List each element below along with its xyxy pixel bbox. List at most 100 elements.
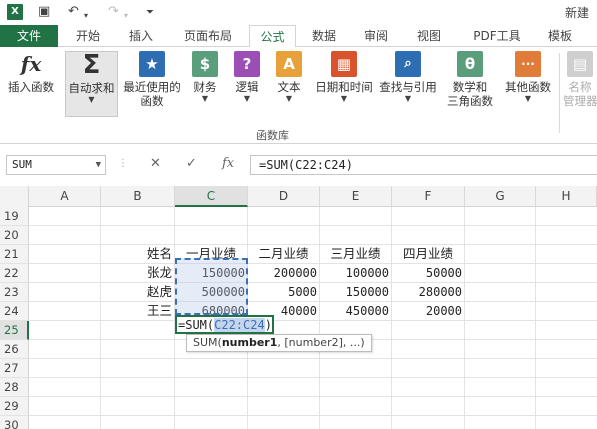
star-icon: ★: [139, 51, 165, 77]
more-functions-icon: ···: [515, 51, 541, 77]
edit-prefix: =SUM(: [178, 318, 215, 332]
cell-e22[interactable]: 100000: [322, 264, 389, 282]
cell-e24[interactable]: 450000: [322, 302, 389, 320]
cell-f23[interactable]: 280000: [394, 283, 462, 301]
column-header-g[interactable]: G: [465, 186, 536, 207]
magnifier-icon: ⌕: [395, 51, 421, 77]
save-icon[interactable]: ▣: [38, 3, 50, 21]
row-header-23[interactable]: 23: [0, 283, 29, 302]
gridline-col: [100, 207, 101, 429]
cancel-icon[interactable]: ✕: [150, 156, 161, 171]
chevron-down-icon: ▼: [340, 94, 348, 103]
cell-e21[interactable]: 三月业绩: [322, 245, 389, 263]
tab-formulas[interactable]: 公式: [249, 25, 296, 48]
cell-b24[interactable]: 王三: [103, 302, 172, 320]
gridline-row: [29, 320, 597, 321]
column-header-h[interactable]: H: [536, 186, 597, 207]
date-time-button[interactable]: ▦ 日期和时间 ▼: [312, 51, 376, 103]
tooltip-function: SUM(: [193, 336, 222, 349]
column-header-b[interactable]: B: [101, 186, 175, 207]
chevron-down-icon: ▼: [243, 94, 251, 103]
cell-f24[interactable]: 20000: [394, 302, 462, 320]
cell-e23[interactable]: 150000: [322, 283, 389, 301]
insert-function-icon[interactable]: fx: [222, 156, 234, 171]
column-header-e[interactable]: E: [320, 186, 392, 207]
row-header-25[interactable]: 25: [0, 321, 29, 340]
name-box[interactable]: SUM ▼: [6, 155, 106, 175]
undo-icon[interactable]: ↶: [68, 3, 79, 21]
row-header-24[interactable]: 24: [0, 302, 29, 321]
column-header-c[interactable]: C: [175, 186, 248, 207]
function-library-group-label: 函数库: [256, 129, 289, 142]
cell-b22[interactable]: 张龙: [103, 264, 172, 282]
column-header-d[interactable]: D: [248, 186, 320, 207]
editing-cell-c25[interactable]: =SUM(C22:C24): [175, 315, 274, 334]
recently-used-button[interactable]: ★ 最近使用的 函数: [120, 51, 184, 108]
coins-icon: $: [192, 51, 218, 77]
cell-d22[interactable]: 200000: [250, 264, 317, 282]
gridline-row: [29, 396, 597, 397]
formula-input[interactable]: =SUM(C22:C24): [250, 155, 597, 175]
tab-templates[interactable]: 模板: [538, 25, 582, 47]
cell-d21[interactable]: 二月业绩: [250, 245, 317, 263]
select-all-corner[interactable]: [0, 186, 29, 207]
financial-button[interactable]: $ 财务 ▼: [188, 51, 222, 103]
cell-b23[interactable]: 赵虎: [103, 283, 172, 301]
name-manager-button[interactable]: ▤ 名称 管理器: [563, 51, 597, 108]
ribbon: fx 插入函数 Σ 自动求和 ▼ ★ 最近使用的 函数 $ 财务 ▼ ? 逻辑 …: [0, 47, 597, 144]
cell-f22[interactable]: 50000: [394, 264, 462, 282]
insert-function-button[interactable]: fx 插入函数: [4, 51, 58, 94]
row-header-22[interactable]: 22: [0, 264, 29, 283]
cell-f21[interactable]: 四月业绩: [394, 245, 462, 263]
tab-home[interactable]: 开始: [64, 25, 112, 47]
cell-d23[interactable]: 5000: [250, 283, 317, 301]
redo-dropdown-icon[interactable]: ▾: [124, 7, 128, 25]
tab-file[interactable]: 文件: [0, 25, 58, 47]
row-header-30[interactable]: 30: [0, 416, 29, 429]
row-header-29[interactable]: 29: [0, 397, 29, 416]
tab-page-layout[interactable]: 页面布局: [172, 25, 244, 47]
redo-icon[interactable]: ↷: [108, 3, 119, 21]
column-header-f[interactable]: F: [392, 186, 465, 207]
tab-review[interactable]: 审阅: [354, 25, 398, 47]
referenced-range-highlight: [175, 258, 248, 315]
function-argument-tooltip[interactable]: SUM(number1, [number2], ...): [186, 334, 372, 352]
cell-b21[interactable]: 姓名: [103, 245, 172, 263]
column-header-a[interactable]: A: [29, 186, 101, 207]
row-header-20[interactable]: 20: [0, 226, 29, 245]
tab-insert[interactable]: 插入: [117, 25, 165, 47]
gridline-row: [29, 358, 597, 359]
text-a-icon: A: [276, 51, 302, 77]
gridline-col: [535, 207, 536, 429]
text-button[interactable]: A 文本 ▼: [272, 51, 306, 103]
row-header-21[interactable]: 21: [0, 245, 29, 264]
undo-dropdown-icon[interactable]: ▾: [84, 7, 88, 25]
more-functions-button[interactable]: ··· 其他函数 ▼: [502, 51, 554, 103]
gridline-col: [319, 207, 320, 429]
ribbon-separator: [559, 53, 560, 133]
tooltip-rest: , [number2], ...): [277, 336, 365, 349]
gridline-col: [391, 207, 392, 429]
chevron-down-icon: ▼: [88, 95, 95, 104]
gridline-row: [29, 377, 597, 378]
customize-toolbar-icon[interactable]: ⏷: [146, 4, 154, 22]
name-manager-icon: ▤: [567, 51, 593, 77]
math-trig-button[interactable]: θ 数学和 三角函数: [442, 51, 498, 108]
range-reference: C22:C24: [214, 318, 265, 332]
tooltip-arg1: number1: [221, 336, 278, 349]
chevron-down-icon: ▼: [285, 94, 293, 103]
row-header-26[interactable]: 26: [0, 340, 29, 359]
tab-view[interactable]: 视图: [407, 25, 451, 47]
row-header-19[interactable]: 19: [0, 207, 29, 226]
fx-icon: fx: [20, 52, 42, 76]
enter-icon[interactable]: ✓: [186, 156, 197, 171]
logical-button[interactable]: ? 逻辑 ▼: [230, 51, 264, 103]
tab-data[interactable]: 数据: [302, 25, 346, 47]
title-bar: X ▣ ↶ ▾ ↷ ▾ ⏷ 新建: [0, 0, 597, 25]
chevron-down-icon[interactable]: ▼: [96, 156, 101, 174]
row-header-27[interactable]: 27: [0, 359, 29, 378]
autosum-button[interactable]: Σ 自动求和 ▼: [65, 51, 118, 117]
lookup-reference-button[interactable]: ⌕ 查找与引用 ▼: [377, 51, 439, 103]
row-header-28[interactable]: 28: [0, 378, 29, 397]
tab-pdf-tools[interactable]: PDF工具: [462, 25, 532, 47]
